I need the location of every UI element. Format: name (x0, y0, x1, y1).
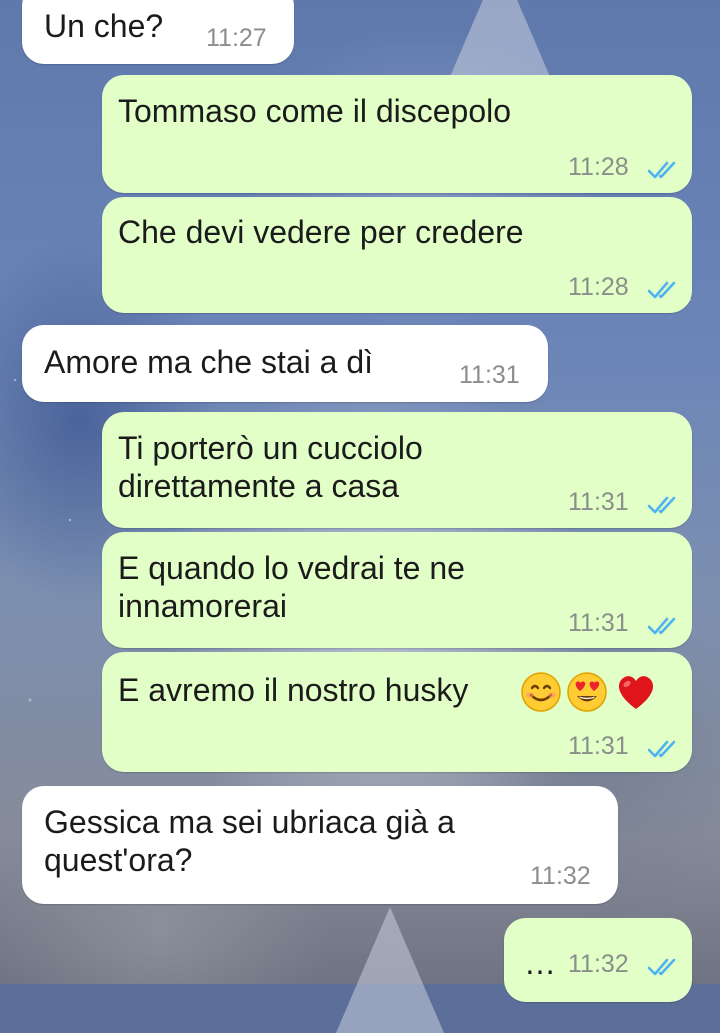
outgoing-message[interactable]: Tommaso come il discepolo 11:28 (102, 75, 692, 193)
message-time: 11:31 (568, 732, 629, 760)
message-time: 11:32 (530, 862, 591, 890)
incoming-message[interactable]: Amore ma che stai a dì 11:31 (22, 325, 548, 402)
message-time: 11:28 (568, 273, 629, 301)
message-text: Gessica ma sei ubriaca già a quest'ora? (44, 804, 455, 878)
incoming-message[interactable]: Un che? 11:27 (22, 0, 294, 64)
message-time: 11:31 (459, 361, 520, 389)
outgoing-message[interactable]: Ti porterò un cucciolo direttamente a ca… (102, 412, 692, 528)
incoming-message[interactable]: Gessica ma sei ubriaca già a quest'ora? … (22, 786, 618, 904)
message-text: Che devi vedere per credere (118, 214, 524, 250)
message-text: Tommaso come il discepolo (118, 93, 512, 129)
message-time: 11:31 (568, 609, 629, 637)
double-check-icon (647, 616, 681, 636)
double-check-icon (647, 160, 681, 180)
message-text: E quando lo vedrai te ne innamorerai (118, 550, 465, 624)
red-heart-emoji (614, 671, 658, 713)
double-check-icon (647, 739, 681, 759)
wallpaper-husky-ear (336, 907, 444, 1033)
heart-eyes-emoji (566, 671, 608, 713)
outgoing-message[interactable]: E quando lo vedrai te ne innamorerai 11:… (102, 532, 692, 648)
double-check-icon (647, 280, 681, 300)
message-time: 11:28 (568, 153, 629, 181)
outgoing-message[interactable]: E avremo il nostro husky 11:31 (102, 652, 692, 772)
message-text: Amore ma che stai a dì (44, 344, 374, 380)
double-check-icon (647, 957, 681, 977)
message-text: E avremo il nostro husky (118, 672, 469, 708)
double-check-icon (647, 495, 681, 515)
outgoing-message[interactable]: … 11:32 (504, 918, 692, 1002)
message-text: … (524, 945, 556, 981)
message-time: 11:32 (568, 950, 629, 978)
outgoing-message[interactable]: Che devi vedere per credere 11:28 (102, 197, 692, 313)
message-text: Ti porterò un cucciolo direttamente a ca… (118, 430, 423, 504)
message-time: 11:31 (568, 488, 629, 516)
smiling-face-emoji (520, 671, 562, 713)
message-time: 11:27 (206, 24, 267, 52)
message-text: Un che? (44, 8, 164, 44)
